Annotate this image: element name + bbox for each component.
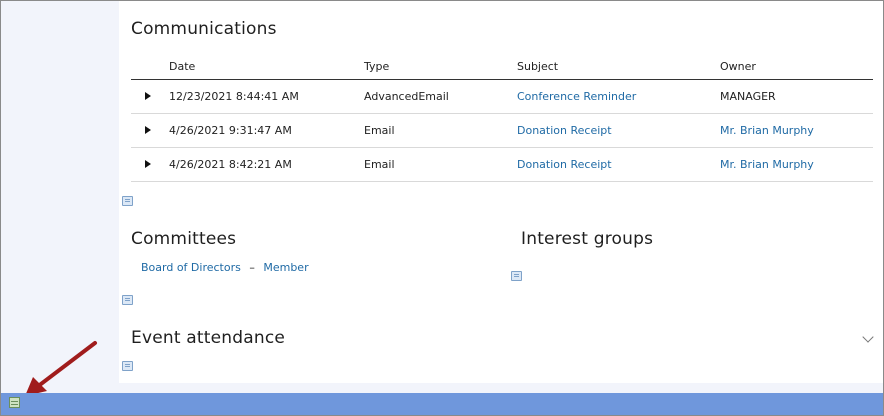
subject-link[interactable]: Donation Receipt [517, 124, 612, 137]
expand-row-arrow-icon[interactable] [145, 126, 151, 134]
owner-cell: MANAGER [720, 79, 873, 114]
chevron-down-icon[interactable] [862, 331, 874, 343]
event-attendance-title: Event attendance [131, 328, 286, 348]
expand-row-arrow-icon[interactable] [145, 160, 151, 168]
committees-title: Committees [131, 229, 237, 249]
page-settings-icon[interactable] [9, 397, 20, 408]
expand-row-cell[interactable] [131, 113, 169, 148]
table-header-row: Date Type Subject Owner [131, 53, 873, 80]
table-row: 12/23/2021 8:44:41 AM AdvancedEmail Conf… [131, 79, 873, 114]
edit-content-icon[interactable] [122, 295, 133, 305]
type-cell: Email [364, 147, 517, 182]
table-row: 4/26/2021 9:31:47 AM Email Donation Rece… [131, 113, 873, 148]
annotation-arrow [25, 341, 97, 396]
expand-row-cell[interactable] [131, 147, 169, 182]
column-header-owner[interactable]: Owner [720, 53, 873, 80]
communications-title: Communications [131, 19, 277, 39]
subject-link[interactable]: Conference Reminder [517, 90, 636, 103]
column-header-type[interactable]: Type [364, 53, 517, 80]
committee-separator: – [249, 261, 255, 274]
table-row: 4/26/2021 8:42:21 AM Email Donation Rece… [131, 147, 873, 182]
interest-groups-title: Interest groups [521, 229, 654, 249]
type-cell: Email [364, 113, 517, 148]
column-header-date[interactable]: Date [169, 53, 364, 80]
communications-table: Date Type Subject Owner 12/23/2021 8:44:… [131, 53, 873, 182]
edit-content-icon[interactable] [122, 361, 133, 371]
committee-link[interactable]: Board of Directors [141, 261, 241, 274]
owner-link[interactable]: Mr. Brian Murphy [720, 124, 814, 137]
expand-row-cell[interactable] [131, 79, 169, 114]
date-cell: 4/26/2021 9:31:47 AM [169, 113, 364, 148]
committee-entry: Board of Directors – Member [141, 261, 309, 274]
content-panel: Communications Date Type Subject Owner 1… [119, 1, 883, 383]
date-cell: 12/23/2021 8:44:41 AM [169, 79, 364, 114]
committee-role-link[interactable]: Member [263, 261, 308, 274]
column-header-subject[interactable]: Subject [517, 53, 720, 80]
edit-content-icon[interactable] [122, 196, 133, 206]
bottom-status-bar [1, 393, 883, 415]
expand-column-header [131, 53, 169, 80]
expand-row-arrow-icon[interactable] [145, 92, 151, 100]
type-cell: AdvancedEmail [364, 79, 517, 114]
owner-link[interactable]: Mr. Brian Murphy [720, 158, 814, 171]
subject-link[interactable]: Donation Receipt [517, 158, 612, 171]
app-frame: Communications Date Type Subject Owner 1… [0, 0, 884, 416]
edit-content-icon[interactable] [511, 271, 522, 281]
date-cell: 4/26/2021 8:42:21 AM [169, 147, 364, 182]
